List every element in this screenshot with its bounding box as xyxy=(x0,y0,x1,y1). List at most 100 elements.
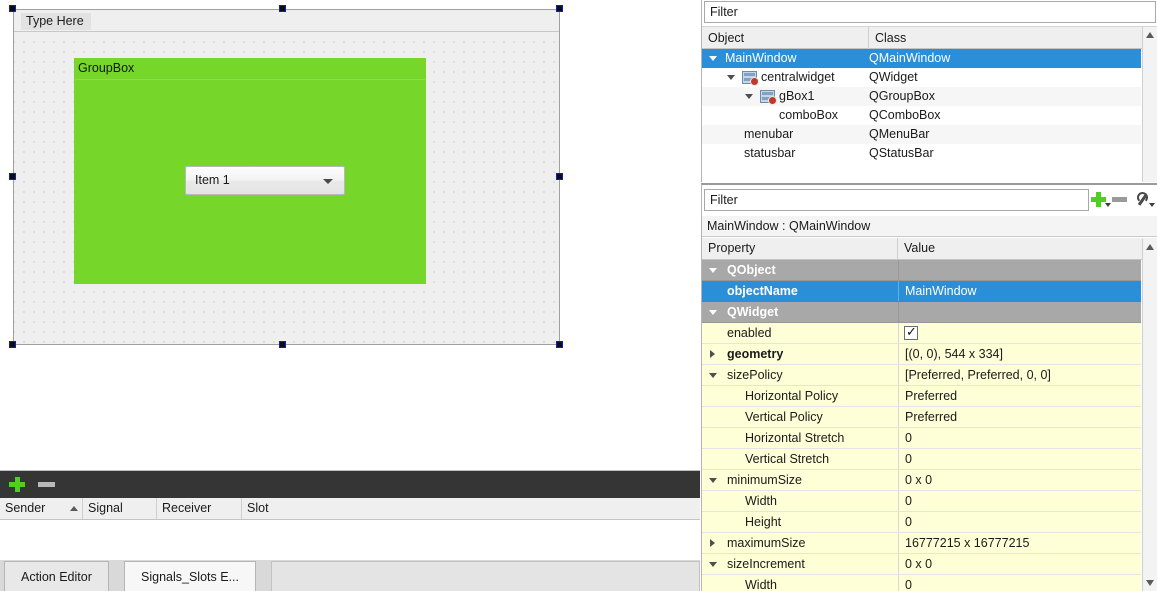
form-preview-window[interactable]: Type Here GroupBox Item 1 xyxy=(13,9,560,345)
resize-handle-bottom-center[interactable] xyxy=(279,341,286,348)
property-row-minimumsize-height[interactable]: Height 0 xyxy=(702,512,1141,533)
column-header-receiver[interactable]: Receiver xyxy=(157,498,242,519)
property-row-enabled[interactable]: enabled xyxy=(702,323,1141,344)
form-centralwidget[interactable]: GroupBox Item 1 xyxy=(14,33,559,344)
resize-handle-bottom-left[interactable] xyxy=(9,341,16,348)
chevron-down-icon[interactable] xyxy=(1149,203,1155,207)
enabled-checkbox[interactable] xyxy=(904,324,918,340)
signals-slots-header: Sender Signal Receiver Slot xyxy=(0,498,700,520)
property-name: sizePolicy xyxy=(727,368,783,382)
chevron-down-icon[interactable] xyxy=(709,373,717,378)
tree-row-class-name: QMainWindow xyxy=(869,51,951,65)
chevron-down-icon[interactable] xyxy=(709,562,717,567)
chevron-down-icon[interactable] xyxy=(709,268,717,273)
chevron-down-icon[interactable] xyxy=(745,94,753,99)
property-editor-scrollbar[interactable] xyxy=(1142,239,1157,591)
tree-row-class-name: QWidget xyxy=(869,70,918,84)
property-row-objectname[interactable]: objectName MainWindow xyxy=(702,281,1141,302)
scroll-up-icon[interactable] xyxy=(1146,244,1154,250)
property-row-sizeincrement[interactable]: sizeIncrement 0 x 0 xyxy=(702,554,1141,575)
property-value[interactable]: [Preferred, Preferred, 0, 0] xyxy=(898,365,1141,385)
chevron-down-icon[interactable] xyxy=(727,75,735,80)
object-inspector-filter-input[interactable]: Filter xyxy=(704,1,1156,23)
resize-handle-middle-left[interactable] xyxy=(9,173,16,180)
property-row-horizontal-policy[interactable]: Horizontal Policy Preferred xyxy=(702,386,1141,407)
chevron-down-icon[interactable] xyxy=(709,478,717,483)
property-value[interactable]: 0 x 0 xyxy=(898,554,1141,574)
form-menubar[interactable]: Type Here xyxy=(14,10,559,32)
resize-handle-top-center[interactable] xyxy=(279,5,286,12)
object-inspector-scrollbar[interactable] xyxy=(1142,27,1157,182)
resize-handle-bottom-right[interactable] xyxy=(556,341,563,348)
remove-property-icon[interactable] xyxy=(1112,197,1127,202)
property-editor-header: Property Value xyxy=(702,238,1157,260)
tree-row-gbox1[interactable]: gBox1 QGroupBox xyxy=(702,87,1141,106)
property-value[interactable]: Preferred xyxy=(898,386,1141,406)
configure-icon[interactable] xyxy=(1135,192,1150,207)
column-header-signal[interactable]: Signal xyxy=(83,498,157,519)
property-row-vertical-stretch[interactable]: Vertical Stretch 0 xyxy=(702,449,1141,470)
column-header-class[interactable]: Class xyxy=(869,27,1141,49)
resize-handle-top-left[interactable] xyxy=(9,5,16,12)
groupbox-widget[interactable]: GroupBox Item 1 xyxy=(74,58,426,284)
form-designer-canvas[interactable]: Type Here GroupBox Item 1 xyxy=(0,0,700,470)
property-value[interactable]: [(0, 0), 544 x 334] xyxy=(898,344,1141,364)
property-name: enabled xyxy=(727,326,772,340)
resize-handle-top-right[interactable] xyxy=(556,5,563,12)
tree-row-class-name: QGroupBox xyxy=(869,89,936,103)
property-group-qobject[interactable]: QObject xyxy=(702,260,1141,281)
tree-row-object-name: centralwidget xyxy=(761,70,835,84)
chevron-down-icon[interactable] xyxy=(1105,203,1111,207)
property-name: maximumSize xyxy=(727,536,806,550)
property-value[interactable]: 0 xyxy=(898,512,1141,532)
property-value[interactable]: 0 xyxy=(898,449,1141,469)
plus-icon[interactable] xyxy=(9,477,25,492)
property-row-vertical-policy[interactable]: Vertical Policy Preferred xyxy=(702,407,1141,428)
tree-row-class-name: QStatusBar xyxy=(869,146,934,160)
chevron-down-icon[interactable] xyxy=(323,179,333,184)
property-editor-filter-input[interactable]: Filter xyxy=(704,189,1089,211)
property-value[interactable]: MainWindow xyxy=(898,281,1141,301)
signals-slots-connection-list[interactable] xyxy=(0,520,700,561)
property-value[interactable]: 0 x 0 xyxy=(898,470,1141,490)
column-header-value[interactable]: Value xyxy=(898,238,1142,259)
combobox-widget[interactable]: Item 1 xyxy=(185,166,345,195)
property-row-minimumsize[interactable]: minimumSize 0 x 0 xyxy=(702,470,1141,491)
chevron-right-icon[interactable] xyxy=(710,350,715,358)
property-row-minimumsize-width[interactable]: Width 0 xyxy=(702,491,1141,512)
tree-row-object-name: statusbar xyxy=(744,146,796,160)
tree-row-statusbar[interactable]: statusbar QStatusBar xyxy=(702,144,1141,163)
property-value[interactable]: 0 xyxy=(898,428,1141,448)
tab-signals-slots-editor[interactable]: Signals_Slots E... xyxy=(124,561,256,591)
property-value[interactable]: 0 xyxy=(898,491,1141,511)
property-value[interactable]: Preferred xyxy=(898,407,1141,427)
property-value[interactable]: 0 xyxy=(898,575,1141,591)
property-row-sizeincrement-width[interactable]: Width 0 xyxy=(702,575,1141,591)
column-header-object[interactable]: Object xyxy=(702,27,869,49)
property-editor-rows[interactable]: QObject objectName MainWindow QWidget en… xyxy=(702,260,1141,591)
tree-row-mainwindow[interactable]: MainWindow QMainWindow xyxy=(702,49,1141,68)
tab-action-editor[interactable]: Action Editor xyxy=(4,561,109,591)
property-value[interactable]: 16777215 x 16777215 xyxy=(898,533,1141,553)
object-inspector-tree[interactable]: MainWindow QMainWindow centralwidget QWi… xyxy=(702,49,1141,182)
property-group-qwidget[interactable]: QWidget xyxy=(702,302,1141,323)
chevron-down-icon[interactable] xyxy=(709,56,717,61)
chevron-right-icon[interactable] xyxy=(710,539,715,547)
tree-row-centralwidget[interactable]: centralwidget QWidget xyxy=(702,68,1141,87)
property-row-maximumsize[interactable]: maximumSize 16777215 x 16777215 xyxy=(702,533,1141,554)
property-row-sizepolicy[interactable]: sizePolicy [Preferred, Preferred, 0, 0] xyxy=(702,365,1141,386)
chevron-down-icon[interactable] xyxy=(709,310,717,315)
scroll-up-icon[interactable] xyxy=(1146,32,1154,38)
minus-icon[interactable] xyxy=(38,482,55,487)
tree-row-combobox[interactable]: comboBox QComboBox xyxy=(702,106,1141,125)
resize-handle-middle-right[interactable] xyxy=(556,173,563,180)
scroll-down-icon[interactable] xyxy=(1146,580,1154,586)
add-property-icon[interactable] xyxy=(1091,192,1106,207)
property-row-horizontal-stretch[interactable]: Horizontal Stretch 0 xyxy=(702,428,1141,449)
tree-row-menubar[interactable]: menubar QMenuBar xyxy=(702,125,1141,144)
qt-designer-window: Type Here GroupBox Item 1 Sender Signal … xyxy=(0,0,1157,591)
property-row-geometry[interactable]: geometry [(0, 0), 544 x 334] xyxy=(702,344,1141,365)
column-header-slot[interactable]: Slot xyxy=(242,498,700,519)
menubar-type-here-placeholder[interactable]: Type Here xyxy=(21,13,91,30)
column-header-property[interactable]: Property xyxy=(702,238,898,259)
